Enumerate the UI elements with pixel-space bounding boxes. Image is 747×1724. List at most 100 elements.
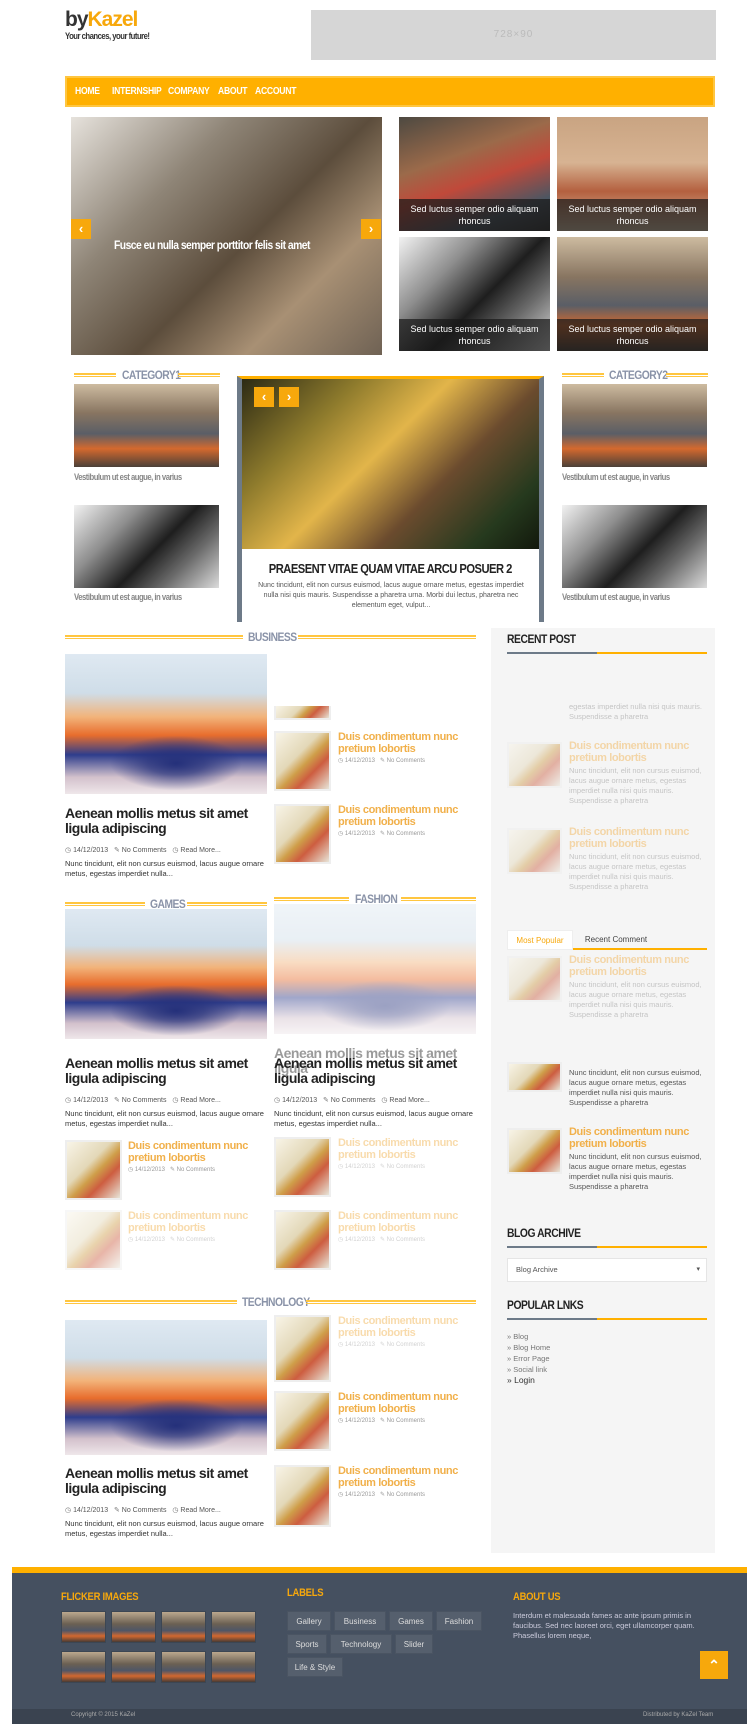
fashion-mini-title-2[interactable]: Duis condimentum nunc pretium lobortis bbox=[338, 1210, 478, 1234]
label-games[interactable]: Games bbox=[389, 1611, 433, 1631]
logo-prefix: by bbox=[65, 8, 88, 31]
flicker-thumb[interactable] bbox=[111, 1651, 156, 1683]
flicker-thumb[interactable] bbox=[61, 1611, 106, 1643]
popular-title-3[interactable]: Duis condimentum nunc pretium lobortis bbox=[569, 1126, 704, 1150]
slider-prev-button[interactable]: ‹ bbox=[71, 219, 91, 239]
fashion-thumb-1[interactable] bbox=[274, 1137, 331, 1197]
games-mini-title-1[interactable]: Duis condimentum nunc pretium lobortis bbox=[128, 1140, 268, 1164]
link-social[interactable]: » Social link bbox=[507, 1364, 550, 1375]
grid-item-4[interactable]: Sed luctus semper odio aliquam rhoncus bbox=[557, 237, 708, 351]
fashion-mini-title-1[interactable]: Duis condimentum nunc pretium lobortis bbox=[338, 1137, 478, 1161]
grid-item-3[interactable]: Sed luctus semper odio aliquam rhoncus bbox=[399, 237, 550, 351]
recent-title-2[interactable]: Duis condimentum nunc pretium lobortis bbox=[569, 826, 704, 850]
label-gallery[interactable]: Gallery bbox=[287, 1611, 331, 1631]
fashion-post-title[interactable]: Aenean mollis metus sit amet ligula adip… bbox=[274, 1056, 476, 1086]
nav-about[interactable]: ABOUT bbox=[218, 86, 248, 97]
technology-mini-title-3[interactable]: Duis condimentum nunc pretium lobortis bbox=[338, 1465, 478, 1489]
business-mini-title-1[interactable]: Duis condimentum nunc pretium lobortis bbox=[338, 731, 478, 755]
technology-thumb-3[interactable] bbox=[274, 1465, 331, 1527]
flicker-thumb[interactable] bbox=[211, 1611, 256, 1643]
flicker-thumb[interactable] bbox=[61, 1651, 106, 1683]
back-to-top-button[interactable]: ⌃ bbox=[700, 1651, 728, 1679]
technology-main-image[interactable] bbox=[65, 1320, 267, 1455]
label-business[interactable]: Business bbox=[334, 1611, 386, 1631]
label-sports[interactable]: Sports bbox=[287, 1634, 327, 1654]
games-post-title[interactable]: Aenean mollis metus sit amet ligula adip… bbox=[65, 1056, 267, 1086]
label-life-style[interactable]: Life & Style bbox=[287, 1657, 343, 1677]
category1-label[interactable]: CATEGORY1 bbox=[122, 368, 181, 382]
site-tagline: Your chances, your future! bbox=[65, 31, 150, 41]
technology-mini-title-1[interactable]: Duis condimentum nunc pretium lobortis bbox=[338, 1315, 478, 1339]
nav-account[interactable]: ACCOUNT bbox=[255, 86, 296, 97]
flicker-thumb[interactable] bbox=[161, 1651, 206, 1683]
featured-text: Nunc tincidunt, elit non cursus euismod,… bbox=[258, 582, 524, 609]
business-label[interactable]: BUSINESS bbox=[248, 630, 297, 644]
business-main-image[interactable] bbox=[65, 654, 267, 794]
blog-archive-select[interactable]: Blog Archive ▾ bbox=[507, 1258, 707, 1282]
copyright-text: Copyright © 2015 KaZel bbox=[71, 1712, 136, 1718]
flicker-thumb[interactable] bbox=[161, 1611, 206, 1643]
games-thumb-1[interactable] bbox=[65, 1140, 122, 1200]
featured-title[interactable]: PRAESENT VITAE QUAM VITAE ARCU POSUER 2 bbox=[242, 561, 539, 576]
category2-caption-2[interactable]: Vestibulum ut est augue, in varius bbox=[562, 592, 670, 602]
featured-prev-button[interactable]: ‹ bbox=[254, 387, 274, 407]
business-mini-title-2[interactable]: Duis condimentum nunc pretium lobortis bbox=[338, 804, 478, 828]
link-blog-home[interactable]: » Blog Home bbox=[507, 1342, 550, 1353]
featured-next-button[interactable]: › bbox=[279, 387, 299, 407]
technology-thumb-2[interactable] bbox=[274, 1391, 331, 1451]
flicker-thumb[interactable] bbox=[111, 1611, 156, 1643]
business-thumb-1[interactable] bbox=[274, 731, 331, 791]
site-logo[interactable]: byKazel bbox=[65, 8, 138, 32]
fashion-thumb-2[interactable] bbox=[274, 1210, 331, 1270]
slider-next-button[interactable]: › bbox=[361, 219, 381, 239]
nav-internship[interactable]: INTERNSHIP bbox=[112, 86, 162, 97]
ad-banner[interactable]: 728×90 bbox=[311, 10, 716, 60]
credit-text[interactable]: Distributed by KaZel Team bbox=[643, 1712, 713, 1718]
category1-item-1[interactable] bbox=[74, 384, 219, 467]
category1-item-2[interactable] bbox=[74, 505, 219, 588]
link-error-page[interactable]: » Error Page bbox=[507, 1353, 550, 1364]
tab-most-popular[interactable]: Most Popular bbox=[507, 930, 573, 950]
fashion-main-image[interactable] bbox=[274, 904, 476, 1034]
tab-recent-comment[interactable]: Recent Comment bbox=[577, 930, 655, 950]
category2-item-2[interactable] bbox=[562, 505, 707, 588]
recent-title-1[interactable]: Duis condimentum nunc pretium lobortis bbox=[569, 740, 704, 764]
label-technology[interactable]: Technology bbox=[330, 1634, 392, 1654]
nav-company[interactable]: COMPANY bbox=[168, 86, 210, 97]
games-main-image[interactable] bbox=[65, 909, 267, 1039]
technology-thumb-1[interactable] bbox=[274, 1315, 331, 1382]
link-login[interactable]: » Login bbox=[507, 1375, 550, 1386]
link-blog[interactable]: » Blog bbox=[507, 1331, 550, 1342]
category2-caption-1[interactable]: Vestibulum ut est augue, in varius bbox=[562, 472, 670, 482]
popular-thumb-1[interactable] bbox=[507, 956, 562, 1002]
label-fashion[interactable]: Fashion bbox=[436, 1611, 482, 1631]
games-thumb-2[interactable] bbox=[65, 1210, 122, 1270]
popular-title-1[interactable]: Duis condimentum nunc pretium lobortis bbox=[569, 954, 704, 978]
label-slider[interactable]: Slider bbox=[395, 1634, 433, 1654]
technology-post-title[interactable]: Aenean mollis metus sit amet ligula adip… bbox=[65, 1466, 267, 1496]
grid-item-2[interactable]: Sed luctus semper odio aliquam rhoncus bbox=[557, 117, 708, 231]
about-text: Interdum et malesuada fames ac ante ipsu… bbox=[513, 1611, 695, 1640]
games-mini-title-2[interactable]: Duis condimentum nunc pretium lobortis bbox=[128, 1210, 268, 1234]
category2-label[interactable]: CATEGORY2 bbox=[609, 368, 668, 382]
category1-caption-2[interactable]: Vestibulum ut est augue, in varius bbox=[74, 592, 182, 602]
flicker-thumb[interactable] bbox=[211, 1651, 256, 1683]
category1-caption-1[interactable]: Vestibulum ut est augue, in varius bbox=[74, 472, 182, 482]
nav-home[interactable]: HOME bbox=[75, 86, 100, 97]
main-nav: HOME INTERNSHIP COMPANY ABOUT ACCOUNT bbox=[65, 76, 715, 107]
business-thumb-partial[interactable] bbox=[274, 706, 331, 720]
technology-mini-title-2[interactable]: Duis condimentum nunc pretium lobortis bbox=[338, 1391, 478, 1415]
popular-text-3: Nunc tincidunt, elit non cursus euismod,… bbox=[569, 1152, 702, 1191]
popular-thumb-3[interactable] bbox=[507, 1128, 562, 1174]
grid-item-1[interactable]: Sed luctus semper odio aliquam rhoncus bbox=[399, 117, 550, 231]
category2-item-1[interactable] bbox=[562, 384, 707, 467]
slider-title[interactable]: Fusce eu nulla semper porttitor felis si… bbox=[98, 238, 358, 252]
business-thumb-2[interactable] bbox=[274, 804, 331, 864]
technology-label[interactable]: TECHNOLOGY bbox=[242, 1295, 310, 1309]
business-post-title[interactable]: Aenean mollis metus sit amet ligula adip… bbox=[65, 806, 267, 836]
grid-caption: Sed luctus semper odio aliquam rhoncus bbox=[557, 319, 708, 351]
slider-image[interactable] bbox=[71, 117, 382, 355]
recent-thumb-2[interactable] bbox=[507, 828, 562, 874]
popular-thumb-2[interactable] bbox=[507, 1062, 562, 1092]
recent-thumb-1[interactable] bbox=[507, 742, 562, 788]
